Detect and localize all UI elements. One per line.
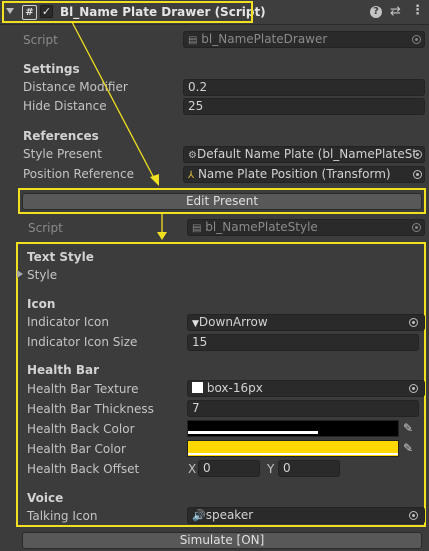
simulate-button[interactable]: Simulate [ON] [22,532,422,549]
enabled-checkbox[interactable]: ✓ [40,5,53,18]
style-foldout-label[interactable]: Style [27,267,57,283]
distance-modifier-input[interactable]: 0.2 [183,79,425,96]
alpha-bar [188,431,318,434]
transform-icon: ⅄ [188,170,195,181]
indicator-icon-size-label: Indicator Icon Size [27,335,138,349]
drawer-script-picker-icon [412,35,421,44]
position-reference-picker-icon[interactable] [413,170,422,179]
health-bar-color-swatch[interactable] [187,440,399,457]
style-script-label: Script [28,221,63,235]
speaker-icon: 🔊 [192,509,206,522]
position-reference-value: Name Plate Position (Transform) [197,167,391,181]
indicator-icon-picker-icon[interactable] [409,318,418,327]
script-file-icon: ▤ [192,223,202,234]
position-reference-label: Position Reference [23,167,134,181]
distance-modifier-label: Distance Modifier [23,80,128,94]
position-reference-field[interactable]: ⅄ Name Plate Position (Transform) [183,166,425,183]
preset-icon[interactable]: ⇄ [390,4,401,19]
foldout-arrow-icon[interactable] [6,8,14,14]
offset-x-input[interactable]: 0 [198,460,260,477]
talking-icon-picker-icon[interactable] [409,511,418,520]
alpha-bar [188,453,398,455]
indicator-icon-size-input[interactable]: 15 [187,334,419,351]
health-back-color-swatch[interactable] [187,420,399,437]
health-bar-texture-value: box-16px [206,381,263,395]
health-back-offset-label: Health Back Offset [27,462,140,476]
icon-header: Icon [27,297,56,311]
settings-header: Settings [23,62,80,76]
health-bar-color-label: Health Bar Color [27,442,126,456]
script-file-icon: ▤ [188,35,198,46]
indicator-icon-label: Indicator Icon [27,315,109,329]
offset-y-label[interactable]: Y [267,461,274,477]
style-present-field[interactable]: ⚙Default Name Plate (bl_NamePlateSt [183,146,425,163]
health-back-color-label: Health Back Color [27,422,135,436]
style-foldout-arrow-icon[interactable] [17,270,23,278]
style-present-value: Default Name Plate (bl_NamePlateSt [196,147,418,161]
voice-header: Voice [27,491,64,505]
talking-icon-field[interactable]: 🔊speaker [187,507,425,524]
drawer-script-label: Script [23,33,58,47]
component-title: Bl_Name Plate Drawer (Script) [60,5,266,19]
style-script-field: ▤ bl_NamePlateStyle [187,219,425,236]
health-bar-thickness-label: Health Bar Thickness [27,402,154,416]
help-icon[interactable]: ? [370,6,382,18]
indicator-icon-value: DownArrow [198,315,268,329]
scriptable-object-icon: ⚙ [188,150,197,161]
texture-thumbnail-icon [192,382,203,393]
style-present-picker-icon[interactable] [413,150,422,159]
script-hash-icon: # [22,5,37,20]
eyedropper-icon[interactable]: ✎ [403,421,413,435]
kebab-menu-icon[interactable]: ⋮ [411,3,424,18]
health-bar-thickness-input[interactable]: 7 [187,400,419,417]
style-present-label: Style Present [23,147,102,161]
hide-distance-input[interactable]: 25 [183,98,425,115]
health-bar-texture-picker-icon[interactable] [409,384,418,393]
health-bar-texture-field[interactable]: box-16px [187,380,425,397]
style-script-picker-icon [412,223,421,232]
arrowhead-style [157,232,167,240]
arrowhead-edit [150,174,159,186]
talking-icon-value: speaker [205,508,254,522]
drawer-script-value: bl_NamePlateDrawer [201,32,328,46]
eyedropper-icon[interactable]: ✎ [403,441,413,455]
offset-y-input[interactable]: 0 [278,460,340,477]
edit-present-button[interactable]: Edit Present [22,193,422,210]
hide-distance-label: Hide Distance [23,99,107,113]
drawer-script-field: ▤ bl_NamePlateDrawer [183,31,425,48]
down-arrow-icon: ▼ [192,319,199,329]
style-script-value: bl_NamePlateStyle [205,220,318,234]
offset-x-label[interactable]: X [188,461,196,477]
text-style-header: Text Style [27,250,94,264]
talking-icon-label: Talking Icon [27,509,98,523]
health-bar-header: Health Bar [27,363,100,377]
health-bar-texture-label: Health Bar Texture [27,382,139,396]
references-header: References [23,129,99,143]
indicator-icon-field[interactable]: ▼DownArrow [187,314,425,331]
